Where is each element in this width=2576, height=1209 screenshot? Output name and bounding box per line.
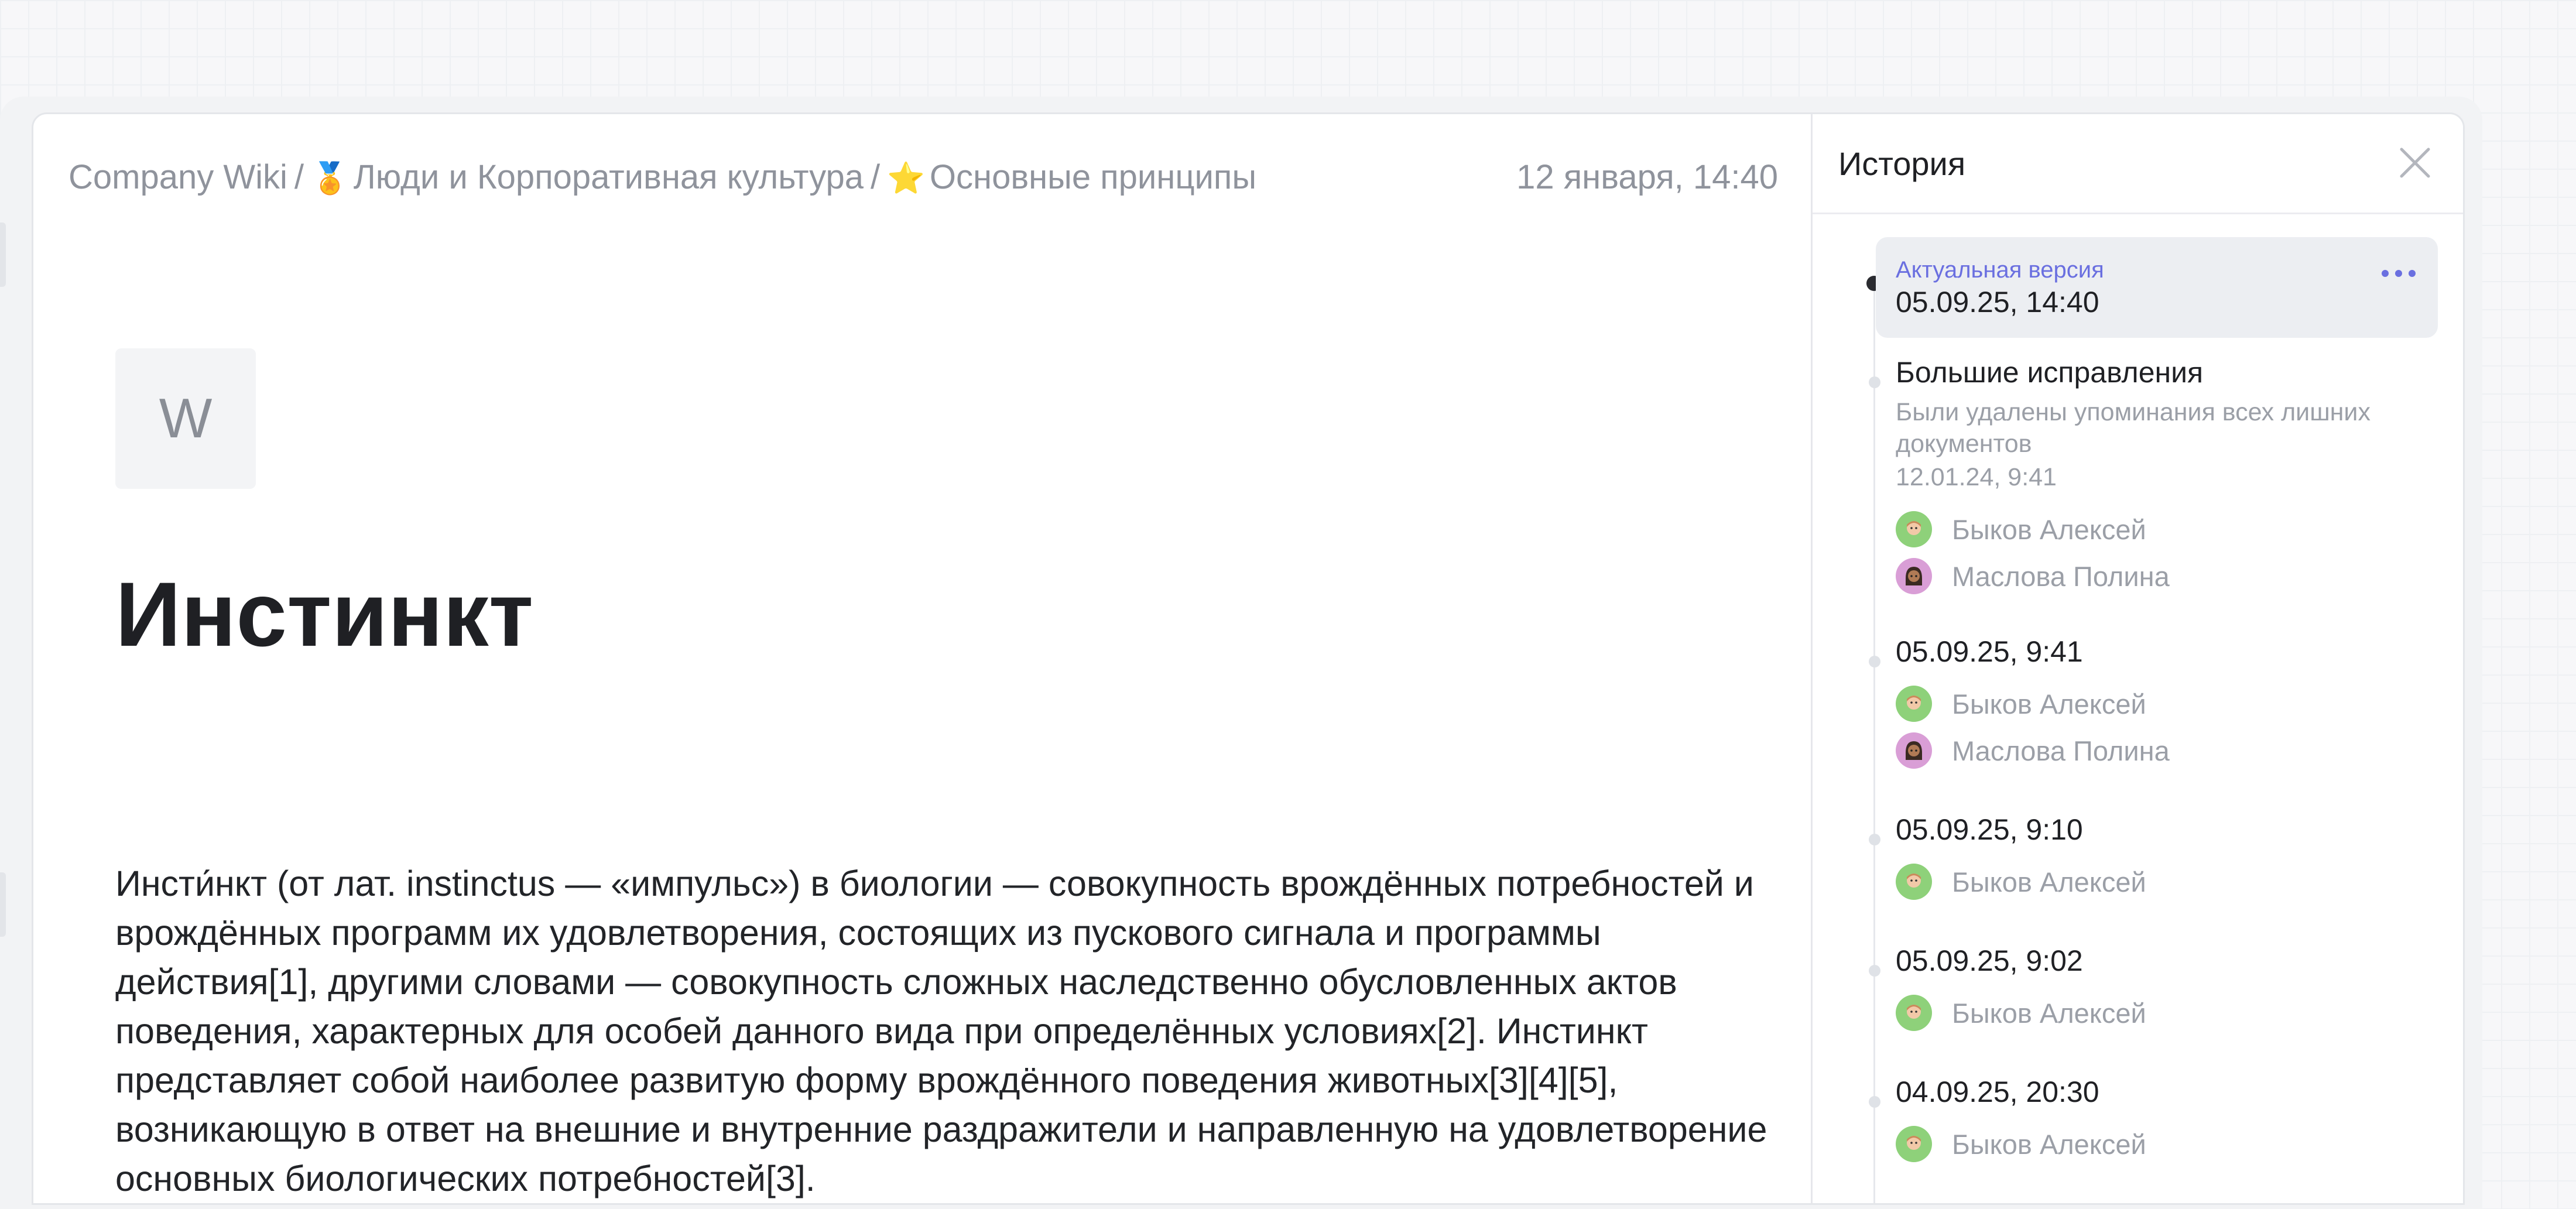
avatar-icon: [1896, 732, 1932, 769]
version-author: Быков Алексей: [1896, 989, 2423, 1036]
more-icon[interactable]: [2379, 266, 2418, 280]
left-edge-tab[interactable]: [0, 872, 6, 937]
history-title: История: [1838, 145, 1966, 182]
timeline-dot: [1869, 965, 1880, 977]
version-title: 05.09.25, 9:41: [1896, 635, 2083, 668]
version-description: Были удалены упоминания всех лишних доку…: [1896, 398, 2371, 458]
timeline-dot: [1869, 834, 1880, 845]
breadcrumb-page[interactable]: Основные принципы: [930, 158, 1256, 196]
version-item[interactable]: 05.09.25, 9:41 Быков Алексей Маслова Пол…: [1896, 635, 2423, 774]
breadcrumb-separator: /: [871, 158, 881, 196]
author-name: Быков Алексей: [1952, 688, 2146, 720]
breadcrumb-separator: /: [294, 158, 304, 196]
version-author: Маслова Полина: [1896, 727, 2423, 774]
breadcrumb-section[interactable]: Люди и Корпоративная культура: [354, 158, 864, 196]
version-item[interactable]: 04.09.25, 20:30 Быков Алексей: [1896, 1075, 2423, 1167]
current-version-card[interactable]: Актуальная версия 05.09.25, 14:40: [1876, 237, 2438, 338]
author-name: Быков Алексей: [1952, 513, 2146, 545]
version-author: Быков Алексей: [1896, 858, 2423, 905]
history-panel: История Актуальная версия 05.09.25, 14:4…: [1811, 114, 2463, 1203]
version-title: 05.09.25, 9:10: [1896, 813, 2083, 846]
avatar-icon: [1896, 511, 1932, 547]
author-name: Быков Алексей: [1952, 866, 2146, 898]
version-item[interactable]: Большие исправления Были удалены упомина…: [1896, 355, 2423, 600]
version-author: Быков Алексей: [1896, 680, 2423, 727]
avatar-icon: [1896, 1126, 1932, 1162]
version-author: Быков Алексей: [1896, 506, 2423, 553]
timeline-dot: [1869, 376, 1880, 388]
document-area: Company Wiki / 🏅 Люди и Корпоративная культ…: [33, 114, 1811, 1203]
version-item[interactable]: 05.09.25, 9:10 Быков Алексей: [1896, 813, 2423, 905]
version-item[interactable]: 05.09.25, 9:02 Быков Алексей: [1896, 944, 2423, 1036]
document-edited-date: 12 января, 14:40: [1516, 158, 1778, 196]
star-icon: ⭐: [887, 162, 925, 196]
timeline-dot: [1869, 656, 1880, 667]
avatar-icon: [1896, 864, 1932, 900]
timeline-line: [1873, 284, 1875, 1203]
version-author: Маслова Полина: [1896, 553, 2423, 600]
author-name: Маслова Полина: [1952, 735, 2170, 766]
medal-icon: 🏅: [310, 162, 349, 196]
left-edge-tab[interactable]: [0, 222, 6, 287]
avatar-icon: [1896, 686, 1932, 722]
avatar-icon: [1896, 995, 1932, 1031]
timeline-dot: [1869, 1096, 1880, 1108]
avatar-icon: [1896, 558, 1932, 594]
document-title[interactable]: Инстинкт: [115, 564, 533, 666]
version-title: Большие исправления: [1896, 356, 2204, 389]
author-name: Быков Алексей: [1952, 1128, 2146, 1160]
version-title: 04.09.25, 20:30: [1896, 1076, 2099, 1108]
breadcrumb: Company Wiki / 🏅 Люди и Корпоративная культ…: [68, 157, 1256, 197]
history-header: История: [1813, 114, 2463, 214]
current-version-timestamp: 05.09.25, 14:40: [1896, 286, 2099, 318]
close-icon[interactable]: [2397, 145, 2433, 181]
version-date: 12.01.24, 9:41: [1896, 463, 2057, 491]
version-author: Быков Алексей: [1896, 1121, 2423, 1167]
document-window: Company Wiki / 🏅 Люди и Корпоративная культ…: [32, 112, 2465, 1205]
document-icon-letter: W: [159, 387, 213, 450]
current-version-label: Актуальная версия: [1896, 257, 2104, 283]
author-name: Маслова Полина: [1952, 560, 2170, 592]
author-name: Быков Алексей: [1952, 997, 2146, 1029]
document-body[interactable]: Инсти́нкт (от лат. instinctus — «импульс…: [115, 859, 1778, 1203]
document-icon[interactable]: W: [115, 348, 256, 489]
breadcrumb-root[interactable]: Company Wiki: [68, 158, 287, 196]
version-title: 05.09.25, 9:02: [1896, 944, 2083, 977]
